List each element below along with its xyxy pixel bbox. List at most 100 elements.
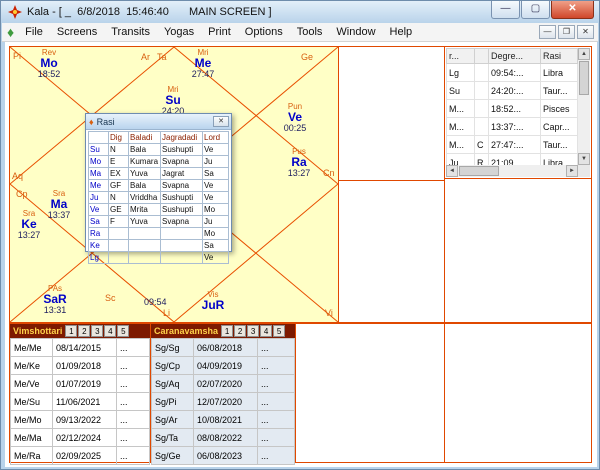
kala-app-icon <box>8 5 22 19</box>
sign-capricorn: Cp <box>16 189 28 199</box>
planet-table-row[interactable]: M... 13:37:...Capr... <box>447 118 578 136</box>
dasha-row[interactable]: Sg/Ge06/08/2023... <box>152 447 295 465</box>
sign-aries: Ar <box>141 52 150 62</box>
rasi-dialog-titlebar[interactable]: ♦ Rasi ✕ <box>86 114 231 130</box>
caranavamsha-dasha-panel: Caranavamsha 1 2 3 4 5 Sg/Sg06/08/2018..… <box>150 323 296 463</box>
dasha-level-tab-2[interactable]: 2 <box>78 325 90 337</box>
dasha-level-tab-4[interactable]: 4 <box>104 325 116 337</box>
dasha-row[interactable]: Sg/Sg06/08/2018... <box>152 339 295 357</box>
horizontal-scrollbar[interactable]: ◄ ► <box>446 165 578 177</box>
vimshottari-title: Vimshottari <box>10 326 65 336</box>
planet-table-row[interactable]: M... 18:52...Pisces <box>447 100 578 118</box>
planet-table-row[interactable]: Ju...R 21:09...Libra <box>447 154 578 166</box>
scroll-up-icon[interactable]: ▲ <box>578 48 590 60</box>
mdi-minimize-button[interactable]: — <box>539 25 556 39</box>
window-close-button[interactable]: ✕ <box>551 1 594 19</box>
planet-table-panel: r... Degre... Rasi Lg 09:54:...Libra Su … <box>444 46 592 179</box>
dasha-row[interactable]: Me/Ve01/07/2019... <box>11 375 150 393</box>
avastha-row: SuN BalaSushuptiVe <box>89 144 229 156</box>
empty-panel-bottom-middle <box>295 323 445 463</box>
avastha-row: MaEX YuvaJagratSa <box>89 168 229 180</box>
sign-scorpio: Sc <box>105 293 116 303</box>
menu-options[interactable]: Options <box>238 24 290 40</box>
dasha-level-tab-4[interactable]: 4 <box>260 325 272 337</box>
avastha-row: Ke Sa <box>89 240 229 252</box>
scrollbar-thumb[interactable] <box>459 166 499 176</box>
mdi-restore-button[interactable]: ❐ <box>558 25 575 39</box>
avastha-row: MeGF BalaSvapnaVe <box>89 180 229 192</box>
dasha-row[interactable]: Me/Ma02/12/2024... <box>11 429 150 447</box>
window-maximize-button[interactable]: ▢ <box>521 1 550 19</box>
avastha-row: JuN VriddhaSushuptiVe <box>89 192 229 204</box>
planet-table-header[interactable] <box>475 49 489 64</box>
dasha-row[interactable]: Sg/Ar10/08/2021... <box>152 411 295 429</box>
planet-moon: Rev Mo 18:52 <box>30 49 68 79</box>
rasi-dialog: ♦ Rasi ✕ Dig BaladiJagradadi Lord SuN Ba… <box>85 113 232 252</box>
dasha-row[interactable]: Me/Ra02/09/2025... <box>11 447 150 465</box>
menu-tools[interactable]: Tools <box>290 24 330 40</box>
empty-panel-top-middle <box>338 46 445 181</box>
mdi-close-button[interactable]: ✕ <box>577 25 594 39</box>
planet-table-header-row: r... Degre... Rasi <box>447 49 578 64</box>
planet-sun: Mri Su 24:20 <box>154 86 192 116</box>
window-title: Kala - [ _ 6/8/2018 15:46:40 <box>27 6 169 18</box>
sign-virgo: Vi <box>325 308 333 318</box>
planet-table-row[interactable]: Lg 09:54:...Libra <box>447 64 578 82</box>
planet-table-row[interactable]: Su 24:20:...Taur... <box>447 82 578 100</box>
planet-table-header[interactable]: Rasi <box>541 49 578 64</box>
avastha-table: Dig BaladiJagradadi Lord SuN BalaSushupt… <box>88 131 229 264</box>
dasha-level-tab-3[interactable]: 3 <box>91 325 103 337</box>
caranavamsha-header: Caranavamsha 1 2 3 4 5 <box>151 324 295 338</box>
avastha-row: MoE KumaraSvapnaJu <box>89 156 229 168</box>
dasha-row[interactable]: Sg/Ta08/08/2022... <box>152 429 295 447</box>
dasha-row[interactable]: Sg/Cp04/09/2019... <box>152 357 295 375</box>
planet-table-header[interactable]: r... <box>447 49 475 64</box>
empty-panel-bottom-right <box>444 323 592 463</box>
planet-mercury: Mri Me 27:47 <box>184 49 222 79</box>
window-title-screen: MAIN SCREEN ] <box>189 6 272 18</box>
scrollbar-thumb[interactable] <box>579 61 589 95</box>
title-bar[interactable]: Kala - [ _ 6/8/2018 15:46:40 MAIN SCREEN… <box>1 1 599 23</box>
dasha-row[interactable]: Me/Su11/06/2021... <box>11 393 150 411</box>
vimshottari-table: Me/Me08/14/2015... Me/Ke01/09/2018... Me… <box>10 338 150 465</box>
dasha-row[interactable]: Me/Me08/14/2015... <box>11 339 150 357</box>
vimshottari-header: Vimshottari 1 2 3 4 5 <box>10 324 150 338</box>
scroll-down-icon[interactable]: ▼ <box>578 153 590 165</box>
sign-cancer: Cn <box>323 168 335 178</box>
menu-yogas[interactable]: Yogas <box>157 24 201 40</box>
dasha-row[interactable]: Sg/Aq02/07/2020... <box>152 375 295 393</box>
dasha-level-tab-1[interactable]: 1 <box>65 325 77 337</box>
dasha-level-tab-3[interactable]: 3 <box>247 325 259 337</box>
dasha-level-tab-2[interactable]: 2 <box>234 325 246 337</box>
dasha-level-tab-1[interactable]: 1 <box>221 325 233 337</box>
mdi-child-icon[interactable]: ♦ <box>7 25 14 39</box>
planet-table: r... Degre... Rasi Lg 09:54:...Libra Su … <box>446 48 578 165</box>
dasha-level-tab-5[interactable]: 5 <box>273 325 285 337</box>
sign-aquarius: Aq <box>12 171 23 181</box>
dasha-row[interactable]: Me/Mo09/13/2022... <box>11 411 150 429</box>
menu-file[interactable]: File <box>18 24 50 40</box>
rasi-dialog-title: Rasi <box>97 117 115 127</box>
planet-table-row[interactable]: M...C 27:47:...Taur... <box>447 136 578 154</box>
menu-transits[interactable]: Transits <box>104 24 157 40</box>
scroll-left-icon[interactable]: ◄ <box>446 165 458 177</box>
dasha-row[interactable]: Me/Ke01/09/2018... <box>11 357 150 375</box>
rasi-dialog-close-button[interactable]: ✕ <box>213 116 229 127</box>
menu-print[interactable]: Print <box>201 24 238 40</box>
dasha-row[interactable]: Sg/Pi12/07/2020... <box>152 393 295 411</box>
vertical-scrollbar[interactable]: ▲ ▼ <box>578 48 590 165</box>
lagna-degree: 09:54 <box>144 297 167 307</box>
sign-pisces: Pi <box>13 51 21 61</box>
planet-jupiter: Vis JuR <box>194 291 232 312</box>
menu-screens[interactable]: Screens <box>50 24 104 40</box>
window-minimize-button[interactable]: — <box>491 1 520 19</box>
scroll-right-icon[interactable]: ► <box>566 165 578 177</box>
menu-window[interactable]: Window <box>329 24 382 40</box>
planet-table-header[interactable]: Degre... <box>489 49 541 64</box>
menu-help[interactable]: Help <box>383 24 420 40</box>
client-area: Pi Ar Ta Ge Cn Aq Cp Sc Li Vi Rev Mo 18:… <box>5 42 597 467</box>
kala-main-window: Kala - [ _ 6/8/2018 15:46:40 MAIN SCREEN… <box>0 0 600 470</box>
avastha-row: Ra Mo <box>89 228 229 240</box>
dasha-level-tab-5[interactable]: 5 <box>117 325 129 337</box>
caranavamsha-table: Sg/Sg06/08/2018... Sg/Cp04/09/2019... Sg… <box>151 338 295 465</box>
